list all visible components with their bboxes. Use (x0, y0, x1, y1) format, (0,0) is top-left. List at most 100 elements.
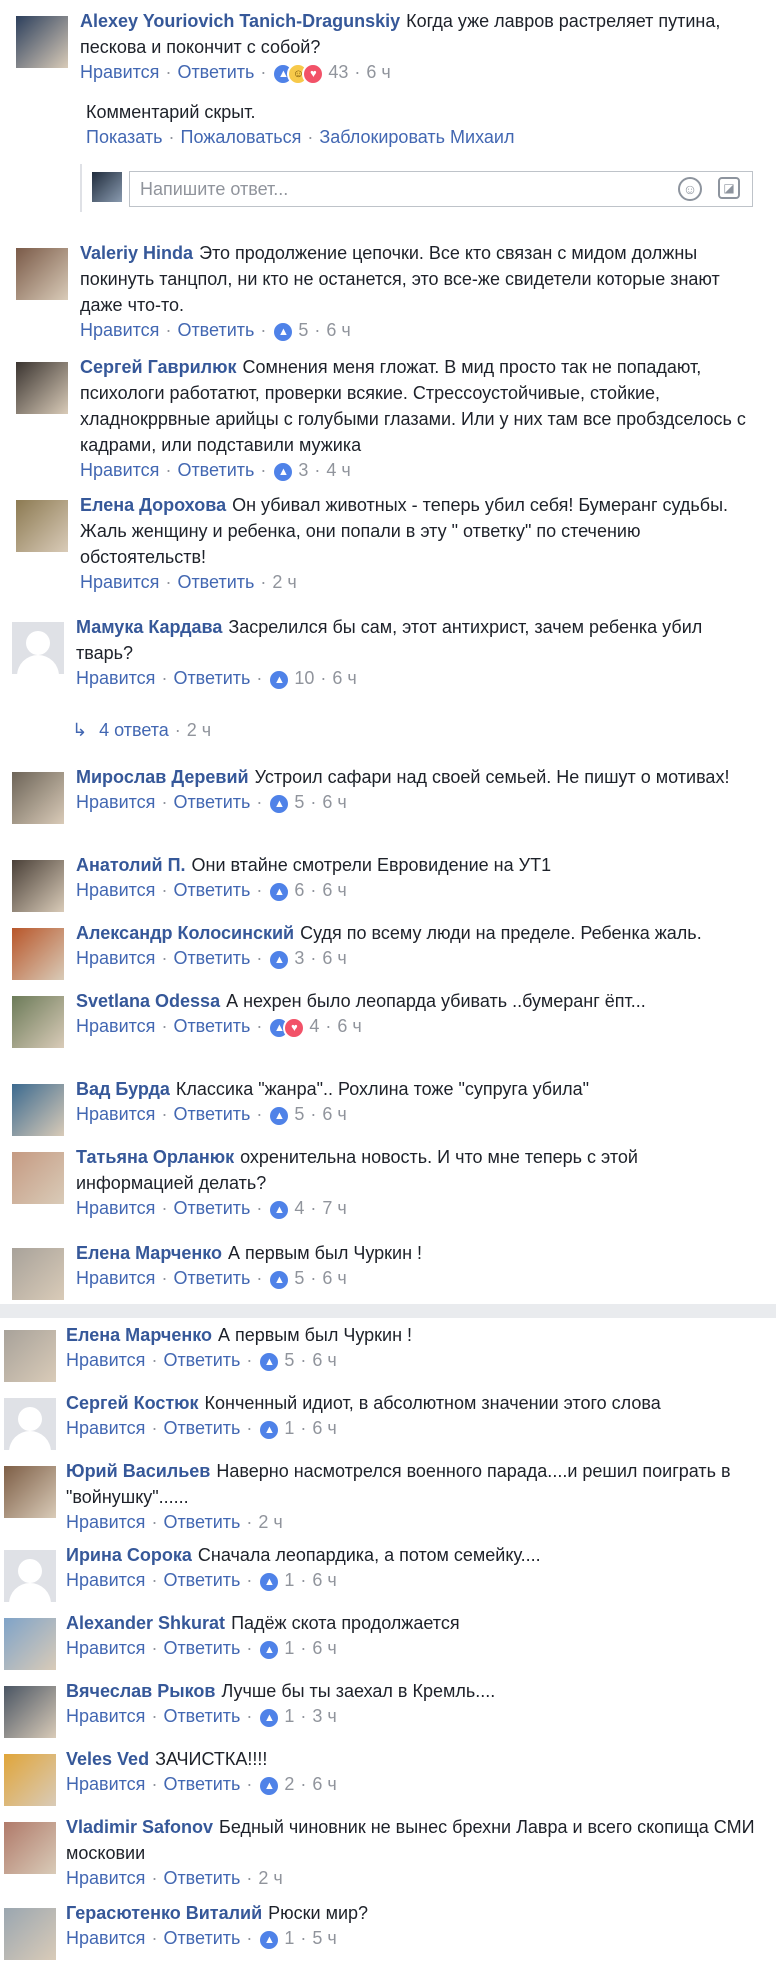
report-link[interactable]: Пожаловаться (181, 127, 302, 147)
reactions-summary[interactable]: ▲ ☺ ♥ (272, 61, 325, 86)
comment-time[interactable]: 6 ч (337, 1016, 361, 1036)
comment-author[interactable]: Вад Бурда (76, 1079, 170, 1099)
comment-time[interactable]: 6 ч (312, 1418, 336, 1438)
comment-author[interactable]: Ирина Сорока (66, 1545, 192, 1565)
reactions-summary[interactable]: ▲ (258, 1417, 281, 1442)
comment-time[interactable]: 6 ч (322, 1268, 346, 1288)
block-link[interactable]: Заблокировать Михаил (319, 127, 514, 147)
reply-link[interactable]: Ответить (173, 1104, 250, 1124)
reply-link[interactable]: Ответить (177, 62, 254, 82)
reply-link[interactable]: Ответить (173, 668, 250, 688)
reactions-summary[interactable]: ▲ (272, 319, 295, 344)
reply-link[interactable]: Ответить (163, 1638, 240, 1658)
reactions-summary[interactable]: ▲ (258, 1705, 281, 1730)
comment-author[interactable]: Сергей Гаврилюк (80, 357, 237, 377)
reactions-summary[interactable]: ▲ (258, 1349, 281, 1374)
sticker-icon[interactable]: ◪ (718, 177, 740, 199)
comment-time[interactable]: 6 ч (326, 320, 350, 340)
reply-link[interactable]: Ответить (163, 1512, 240, 1532)
comment-time[interactable]: 6 ч (322, 1104, 346, 1124)
comment-time[interactable]: 6 ч (332, 668, 356, 688)
comment-author[interactable]: Герасютенко Виталий (66, 1903, 262, 1923)
avatar[interactable] (16, 500, 68, 552)
comment-author[interactable]: Вячеслав Рыков (66, 1681, 215, 1701)
reply-link[interactable]: Ответить (177, 572, 254, 592)
comment-time[interactable]: 7 ч (322, 1198, 346, 1218)
reactions-summary[interactable]: ▲ (268, 947, 291, 972)
comment-time[interactable]: 2 ч (258, 1868, 282, 1888)
avatar[interactable] (4, 1398, 56, 1450)
avatar[interactable] (4, 1466, 56, 1518)
avatar[interactable] (4, 1330, 56, 1382)
reply-link[interactable]: Ответить (163, 1350, 240, 1370)
comment-author[interactable]: Мирослав Деревий (76, 767, 249, 787)
comment-author[interactable]: Valeriy Hinda (80, 243, 193, 263)
comment-author[interactable]: Александр Колосинский (76, 923, 294, 943)
like-link[interactable]: Нравится (76, 880, 155, 900)
comment-time[interactable]: 4 ч (326, 460, 350, 480)
avatar[interactable] (12, 928, 64, 980)
reactions-summary[interactable]: ▲ (268, 667, 291, 692)
avatar[interactable] (4, 1686, 56, 1738)
like-link[interactable]: Нравится (66, 1868, 145, 1888)
avatar[interactable] (16, 248, 68, 300)
avatar[interactable] (12, 860, 64, 912)
avatar[interactable] (4, 1550, 56, 1602)
like-link[interactable]: Нравится (66, 1350, 145, 1370)
avatar[interactable] (12, 1152, 64, 1204)
reply-link[interactable]: Ответить (173, 792, 250, 812)
avatar[interactable] (12, 772, 64, 824)
like-link[interactable]: Нравится (76, 1104, 155, 1124)
reply-link[interactable]: Ответить (163, 1418, 240, 1438)
reply-link[interactable]: Ответить (163, 1570, 240, 1590)
reply-link[interactable]: Ответить (173, 948, 250, 968)
like-link[interactable]: Нравится (76, 668, 155, 688)
reactions-summary[interactable]: ▲ (268, 879, 291, 904)
comment-time[interactable]: 3 ч (312, 1706, 336, 1726)
avatar[interactable] (4, 1754, 56, 1806)
comment-author[interactable]: Татьяна Орланюк (76, 1147, 234, 1167)
like-link[interactable]: Нравится (80, 62, 159, 82)
comment-author[interactable]: Vladimir Safonov (66, 1817, 213, 1837)
avatar[interactable] (12, 622, 64, 674)
avatar[interactable] (16, 16, 68, 68)
comment-time[interactable]: 6 ч (322, 880, 346, 900)
reply-link[interactable]: Ответить (163, 1868, 240, 1888)
like-link[interactable]: Нравится (66, 1638, 145, 1658)
reactions-summary[interactable]: ▲ (258, 1773, 281, 1798)
avatar[interactable] (16, 362, 68, 414)
reactions-summary[interactable]: ▲ (258, 1637, 281, 1662)
comment-author[interactable]: Сергей Костюк (66, 1393, 199, 1413)
reactions-summary[interactable]: ▲ (268, 1267, 291, 1292)
avatar[interactable] (4, 1618, 56, 1670)
comment-time[interactable]: 6 ч (322, 792, 346, 812)
like-link[interactable]: Нравится (66, 1512, 145, 1532)
show-link[interactable]: Показать (86, 127, 163, 147)
reactions-summary[interactable]: ▲ ♥ (268, 1015, 306, 1040)
reactions-summary[interactable]: ▲ (268, 1103, 291, 1128)
emoji-icon[interactable]: ☺ (678, 177, 702, 201)
reply-link[interactable]: Ответить (163, 1706, 240, 1726)
reactions-summary[interactable]: ▲ (258, 1927, 281, 1952)
reactions-summary[interactable]: ▲ (268, 1197, 291, 1222)
comment-time[interactable]: 2 ч (258, 1512, 282, 1532)
like-link[interactable]: Нравится (76, 948, 155, 968)
comment-author[interactable]: Елена Марченко (66, 1325, 212, 1345)
like-link[interactable]: Нравится (76, 1268, 155, 1288)
like-link[interactable]: Нравится (66, 1928, 145, 1948)
comment-author[interactable]: Alexander Shkurat (66, 1613, 225, 1633)
comment-author[interactable]: Елена Дорохова (80, 495, 226, 515)
comment-author[interactable]: Елена Марченко (76, 1243, 222, 1263)
like-link[interactable]: Нравится (80, 460, 159, 480)
reply-link[interactable]: Ответить (177, 460, 254, 480)
view-replies-link[interactable]: ↳ 4 ответа · 2 ч (72, 718, 211, 742)
comment-author[interactable]: Alexey Youriovich Tanich-Dragunskiy (80, 11, 400, 31)
comment-time[interactable]: 6 ч (366, 62, 390, 82)
like-link[interactable]: Нравится (80, 572, 159, 592)
comment-time[interactable]: 2 ч (272, 572, 296, 592)
reactions-summary[interactable]: ▲ (272, 459, 295, 484)
comment-time[interactable]: 6 ч (312, 1570, 336, 1590)
reply-link[interactable]: Ответить (173, 880, 250, 900)
comment-author[interactable]: Мамука Кардава (76, 617, 222, 637)
comment-time[interactable]: 6 ч (312, 1638, 336, 1658)
